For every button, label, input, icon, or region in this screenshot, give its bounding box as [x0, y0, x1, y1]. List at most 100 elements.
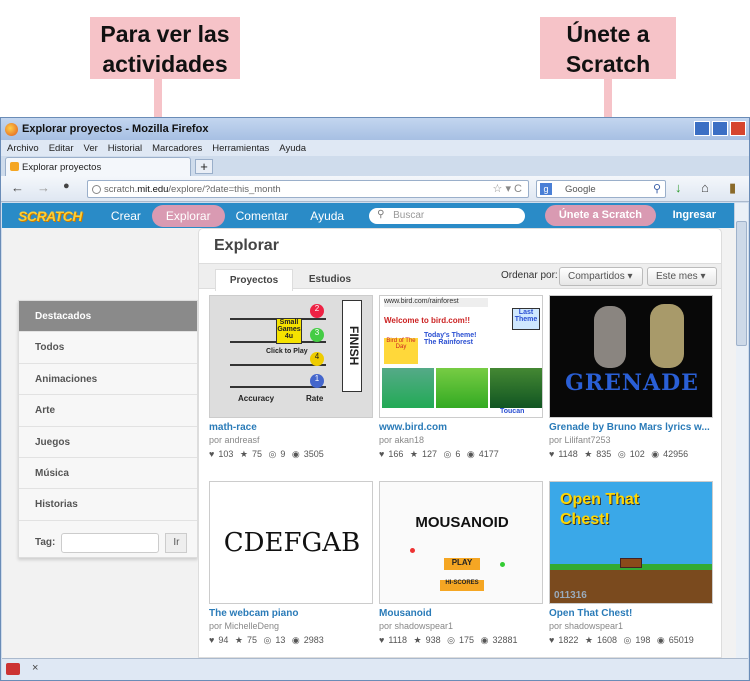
- project-author[interactable]: por akan18: [379, 435, 543, 445]
- remix-icon: ◎: [263, 635, 272, 645]
- download-icon[interactable]: ↓: [675, 180, 682, 195]
- rate-label: Rate: [306, 394, 324, 403]
- new-tab-button[interactable]: +: [195, 159, 213, 174]
- project-card[interactable]: GRENADE Grenade by Bruno Mars lyrics w..…: [549, 295, 713, 460]
- project-author[interactable]: por andreasf: [209, 435, 373, 445]
- project-thumbnail[interactable]: www.bird.com/rainforest Welcome to bird.…: [379, 295, 543, 418]
- project-thumbnail[interactable]: CDEFGAB: [209, 481, 373, 604]
- mousanoid-play: PLAY: [444, 558, 480, 570]
- back-icon[interactable]: ←: [11, 180, 24, 195]
- project-author[interactable]: por MichelleDeng: [209, 621, 373, 631]
- date-dropdown[interactable]: Este mes ▾: [647, 267, 717, 286]
- url-domain: mit.edu: [137, 184, 169, 195]
- bookmark-star-icon[interactable]: ☆ ▾ C: [493, 182, 522, 195]
- sidebar-item-juegos[interactable]: Juegos: [19, 427, 197, 458]
- menu-archivo[interactable]: Archivo: [7, 143, 39, 154]
- home-icon[interactable]: ⌂: [701, 180, 709, 195]
- sidebar-item-historias[interactable]: Historias: [19, 489, 197, 521]
- sidebar-item-arte[interactable]: Arte: [19, 395, 197, 427]
- project-stats: ♥ 103 ★ 75 ◎ 9 ◉ 3505: [209, 449, 373, 460]
- login-link[interactable]: Ingresar: [673, 209, 716, 221]
- scratch-logo[interactable]: SCRATCH: [18, 208, 82, 224]
- navigation-bar: ← → ● scratch.mit.edu/explore/?date=this…: [1, 176, 749, 202]
- join-scratch-button[interactable]: Únete a Scratch: [544, 205, 656, 226]
- sidebar-item-animaciones[interactable]: Animaciones: [19, 364, 197, 396]
- project-card[interactable]: www.bird.com/rainforest Welcome to bird.…: [379, 295, 543, 460]
- remix-count: 175: [459, 635, 475, 645]
- love-icon: ♥: [379, 449, 385, 459]
- project-card[interactable]: Small Games 4u 2 3 4 1 FINISH Click to P…: [209, 295, 373, 460]
- project-card[interactable]: MOUSANOID PLAY HI-SCORES Mousanoid por s…: [379, 481, 543, 646]
- close-addon-bar-icon[interactable]: ×: [32, 662, 38, 674]
- vertical-scrollbar[interactable]: [734, 203, 748, 658]
- menu-historial[interactable]: Historial: [108, 143, 142, 154]
- tab-estudios[interactable]: Estudios: [297, 269, 363, 291]
- view-count: 4177: [478, 449, 499, 459]
- project-author[interactable]: por Lilifant7253: [549, 435, 713, 445]
- maximize-button[interactable]: [712, 121, 728, 136]
- views-icon: ◉: [656, 635, 665, 645]
- favorite-icon: ★: [409, 449, 418, 459]
- project-thumbnail[interactable]: GRENADE: [549, 295, 713, 418]
- scratch-search-input[interactable]: ⚲ Buscar: [369, 207, 526, 224]
- tag-input[interactable]: [61, 532, 160, 553]
- view-count: 42956: [663, 449, 689, 459]
- url-bar[interactable]: scratch.mit.edu/explore/?date=this_month…: [87, 180, 529, 198]
- last-theme-button: Last Theme: [512, 308, 540, 330]
- sidebar-item-todos[interactable]: Todos: [19, 332, 197, 364]
- project-title[interactable]: Mousanoid: [379, 608, 543, 619]
- menu-bar: Archivo Editar Ver Historial Marcadores …: [1, 140, 749, 156]
- project-card[interactable]: CDEFGAB The webcam piano por MichelleDen…: [209, 481, 373, 646]
- project-author[interactable]: por shadowspear1: [549, 621, 713, 631]
- nav-ayuda[interactable]: Ayuda: [299, 209, 355, 223]
- tag-filter: Tag: Ir: [19, 521, 197, 557]
- menu-herramientas[interactable]: Herramientas: [212, 143, 269, 154]
- remix-icon: ◎: [268, 449, 277, 459]
- favorite-icon: ★: [584, 635, 593, 645]
- search-icon[interactable]: ⚲: [653, 182, 661, 195]
- minimize-button[interactable]: [694, 121, 710, 136]
- forward-icon[interactable]: →: [37, 180, 50, 195]
- web-search-box[interactable]: g Google ⚲: [536, 180, 666, 198]
- love-count: 1118: [388, 635, 408, 645]
- tab-proyectos[interactable]: Proyectos: [215, 269, 293, 291]
- project-title[interactable]: Grenade by Bruno Mars lyrics w...: [549, 422, 713, 433]
- firefox-icon: [5, 122, 18, 136]
- menu-editar[interactable]: Editar: [49, 143, 74, 154]
- close-button[interactable]: [730, 121, 746, 136]
- project-title[interactable]: Open That Chest!: [549, 608, 713, 619]
- sort-dropdown[interactable]: Compartidos ▾: [559, 267, 643, 286]
- remix-icon: ◎: [447, 635, 456, 645]
- project-author[interactable]: por shadowspear1: [379, 621, 543, 631]
- nav-comentar[interactable]: Comentar: [225, 209, 300, 223]
- scrollbar-thumb[interactable]: [736, 221, 747, 346]
- project-title[interactable]: www.bird.com: [379, 422, 543, 433]
- adblock-icon[interactable]: [6, 663, 20, 675]
- project-thumbnail[interactable]: Small Games 4u 2 3 4 1 FINISH Click to P…: [209, 295, 373, 418]
- menu-ayuda[interactable]: Ayuda: [279, 143, 306, 154]
- nav-crear[interactable]: Crear: [100, 209, 152, 223]
- project-card[interactable]: Open That Chest! 011316 Open That Chest!…: [549, 481, 713, 646]
- tag-go-button[interactable]: Ir: [165, 532, 188, 553]
- sidebar-item-musica[interactable]: Música: [19, 458, 197, 490]
- menu-marcadores[interactable]: Marcadores: [152, 143, 202, 154]
- callout-activities: Para ver las actividades: [90, 17, 240, 79]
- favorite-icon: ★: [413, 635, 422, 645]
- favorite-icon: ★: [239, 449, 248, 459]
- project-thumbnail[interactable]: Open That Chest! 011316: [549, 481, 713, 604]
- project-title[interactable]: math-race: [209, 422, 373, 433]
- sidebar-item-destacados[interactable]: Destacados: [19, 301, 197, 333]
- site-identity-icon[interactable]: ●: [63, 180, 70, 192]
- project-title[interactable]: The webcam piano: [209, 608, 373, 619]
- love-icon: ♥: [549, 635, 555, 645]
- menu-ver[interactable]: Ver: [84, 143, 98, 154]
- scratch-navbar: SCRATCH Crear Explorar Comentar Ayuda ⚲ B…: [2, 203, 736, 228]
- bird-theme-text: Today's Theme! The Rainforest: [424, 332, 477, 346]
- nav-explorar[interactable]: Explorar: [151, 204, 225, 227]
- bird-of-day-box: Bird of The Day: [384, 338, 418, 364]
- sort-label: Ordenar por:: [501, 270, 558, 281]
- project-stats: ♥ 166 ★ 127 ◎ 6 ◉ 4177: [379, 449, 543, 460]
- project-thumbnail[interactable]: MOUSANOID PLAY HI-SCORES: [379, 481, 543, 604]
- browser-tab[interactable]: Explorar proyectos: [5, 157, 191, 176]
- bookmarks-icon[interactable]: ▮: [729, 180, 736, 196]
